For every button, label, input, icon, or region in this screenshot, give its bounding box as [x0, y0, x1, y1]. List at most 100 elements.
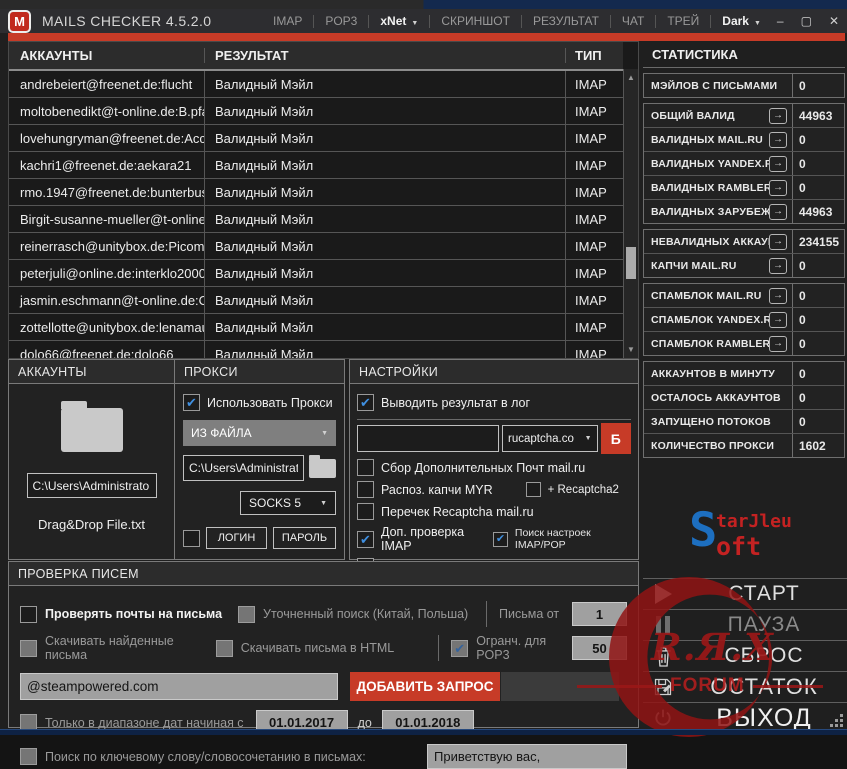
- login-button[interactable]: ЛОГИН: [206, 527, 268, 549]
- stat-row: КАПЧИ MAIL.RU → 0: [644, 254, 844, 277]
- stat-row: ОСТАЛОСЬ АККАУНТОВ 0: [644, 386, 844, 410]
- folder-icon[interactable]: [60, 401, 123, 452]
- export-arrow-icon[interactable]: →: [769, 287, 787, 304]
- table-row[interactable]: jasmin.eschmann@t-online.de:OttenВалидны…: [9, 287, 623, 314]
- imap-check-checkbox[interactable]: [357, 530, 374, 548]
- play-icon: [654, 584, 672, 604]
- accounts-path-input[interactable]: [26, 473, 157, 498]
- folder-icon[interactable]: [309, 454, 336, 478]
- export-arrow-icon[interactable]: →: [769, 257, 787, 274]
- stat-row: ОБЩИЙ ВАЛИД → 44963: [644, 104, 844, 128]
- maximize-button[interactable]: ▢: [801, 14, 812, 28]
- captcha-service-dropdown[interactable]: rucaptcha.co ▼: [502, 425, 598, 452]
- mail-check-title: ПРОВЕРКА ПИСЕМ: [9, 562, 638, 586]
- theme-selector[interactable]: Dark ▼: [722, 14, 761, 28]
- menu-item-pop3[interactable]: POP3: [325, 14, 357, 28]
- right-bottom-section: S tarJleu oft СТАРТ ПАУЗА СБРОС ОСТАТОК …: [643, 449, 847, 732]
- stat-value: 0: [792, 362, 844, 385]
- pause-icon: [656, 616, 670, 634]
- pop3-limit-input[interactable]: [572, 636, 627, 660]
- export-arrow-icon[interactable]: →: [769, 311, 787, 328]
- menu-item-xnet[interactable]: xNet ▼: [380, 14, 418, 28]
- reset-button[interactable]: СБРОС: [643, 640, 847, 671]
- proxy-type-dropdown[interactable]: SOCKS 5 ▼: [240, 491, 336, 515]
- trash-icon: [643, 645, 683, 668]
- export-arrow-icon[interactable]: →: [769, 335, 787, 352]
- resize-grip[interactable]: [831, 715, 843, 727]
- chevron-down-icon: ▼: [411, 20, 419, 27]
- captcha-key-input[interactable]: [357, 425, 499, 452]
- scroll-down-icon[interactable]: ▼: [624, 345, 638, 354]
- table-row[interactable]: kachri1@freenet.de:aekara21 Валидный Мэйл…: [9, 152, 623, 179]
- table-row[interactable]: zottellotte@unitybox.de:lenamaus77Валидн…: [9, 314, 623, 341]
- proxy-source-dropdown[interactable]: ИЗ ФАЙЛА ▼: [183, 420, 336, 446]
- keyword-input[interactable]: [427, 744, 627, 769]
- imap-settings-search-checkbox[interactable]: [492, 531, 508, 547]
- export-arrow-icon[interactable]: →: [769, 131, 787, 148]
- table-scrollbar[interactable]: ▲ ▼: [623, 69, 638, 358]
- refined-search-checkbox[interactable]: [238, 605, 255, 623]
- close-button[interactable]: ✕: [829, 14, 839, 28]
- use-proxy-checkbox[interactable]: [183, 394, 200, 411]
- stat-value: 44963: [792, 200, 844, 223]
- pop3-limit-label: Огранч. для POP3: [476, 634, 547, 662]
- table-row[interactable]: lovehungryman@freenet.de:Accept4Валидный…: [9, 125, 623, 152]
- desktop-sliver-top: [0, 0, 847, 9]
- stat-value: 234155: [792, 230, 844, 253]
- proxy-auth-checkbox[interactable]: [183, 529, 200, 547]
- download-found-checkbox[interactable]: [20, 639, 37, 657]
- download-html-checkbox[interactable]: [215, 639, 233, 657]
- table-row[interactable]: dolo66@freenet.de:dolo66 Валидный Мэйл IMA…: [9, 341, 623, 358]
- stats-group: НЕВАЛИДНЫХ АККАУНТОВ→234155 КАПЧИ MAIL.R…: [643, 229, 845, 278]
- proxy-path-input[interactable]: [183, 455, 304, 481]
- export-arrow-icon[interactable]: →: [769, 107, 787, 124]
- stat-row: ВАЛИДНЫХ RAMBLER.RU→0: [644, 176, 844, 200]
- table-row[interactable]: rmo.1947@freenet.de:bunterbus Валидный Мэ…: [9, 179, 623, 206]
- add-query-button[interactable]: ДОБАВИТЬ ЗАПРОС: [350, 672, 500, 701]
- table-row[interactable]: moltobenedikt@t-online.de:B.pfaff65Валид…: [9, 98, 623, 125]
- menu-separator: [655, 14, 657, 28]
- log-output-checkbox[interactable]: [357, 394, 374, 411]
- stats-group: ОБЩИЙ ВАЛИД → 44963 ВАЛИДНЫХ MAIL.RU → 0 ВАЛ…: [643, 103, 845, 224]
- pause-button[interactable]: ПАУЗА: [643, 609, 847, 640]
- export-arrow-icon[interactable]: →: [769, 155, 787, 172]
- stat-row: СПАМБЛОК YANDEX.RU → 0: [644, 308, 844, 332]
- check-mails-checkbox[interactable]: [20, 605, 37, 623]
- start-button[interactable]: СТАРТ: [643, 578, 847, 609]
- password-button[interactable]: ПАРОЛЬ: [273, 527, 336, 549]
- statistics-title: СТАТИСТИКА: [643, 41, 845, 68]
- use-proxy-label: Использовать Прокси: [207, 395, 333, 410]
- scrollbar-thumb[interactable]: [626, 247, 636, 279]
- balance-button[interactable]: Б: [600, 423, 631, 454]
- letters-from-input[interactable]: [572, 602, 627, 626]
- recaptcha2-checkbox[interactable]: [525, 482, 541, 497]
- keyword-search-checkbox[interactable]: [20, 748, 37, 765]
- scroll-up-icon[interactable]: ▲: [624, 73, 638, 82]
- recheck-recaptcha-checkbox[interactable]: [357, 503, 374, 520]
- menu-item-chat[interactable]: ЧАТ: [622, 14, 644, 28]
- export-arrow-icon[interactable]: →: [769, 179, 787, 196]
- minimize-button[interactable]: ‒: [777, 14, 784, 28]
- stat-row: СПАМБЛОК MAIL.RU → 0: [644, 284, 844, 308]
- query-input[interactable]: [20, 673, 338, 700]
- app-logo-icon: M: [8, 9, 31, 33]
- menu-item-screenshot[interactable]: СКРИНШОТ: [441, 14, 510, 28]
- table-row[interactable]: andrebeiert@freenet.de:flucht Валидный Мэ…: [9, 71, 623, 98]
- power-icon: [643, 708, 683, 728]
- menu-item-tray[interactable]: ТРЕЙ: [667, 14, 699, 28]
- export-arrow-icon[interactable]: →: [769, 233, 787, 250]
- menu-item-imap[interactable]: IMAP: [273, 14, 302, 28]
- table-row[interactable]: Birgit-susanne-mueller@t-online.de:Валид…: [9, 206, 623, 233]
- table-row[interactable]: reinerrasch@unitybox.de:Picomerr20Валидн…: [9, 233, 623, 260]
- save-icon: [643, 677, 683, 697]
- export-arrow-icon[interactable]: →: [769, 203, 787, 220]
- collect-mailru-checkbox[interactable]: [357, 459, 374, 476]
- pop3-limit-checkbox[interactable]: [451, 639, 469, 657]
- table-row[interactable]: peterjuli@online.de:interklo2000 Валидный…: [9, 260, 623, 287]
- remainder-button[interactable]: ОСТАТОК: [643, 671, 847, 702]
- captcha-myr-checkbox[interactable]: [357, 481, 374, 498]
- chevron-down-icon: ▼: [584, 435, 592, 442]
- stat-value: 0: [792, 128, 844, 151]
- stat-row: ЗАПУЩЕНО ПОТОКОВ 0: [644, 410, 844, 434]
- menu-item-result[interactable]: РЕЗУЛЬТАТ: [533, 14, 599, 28]
